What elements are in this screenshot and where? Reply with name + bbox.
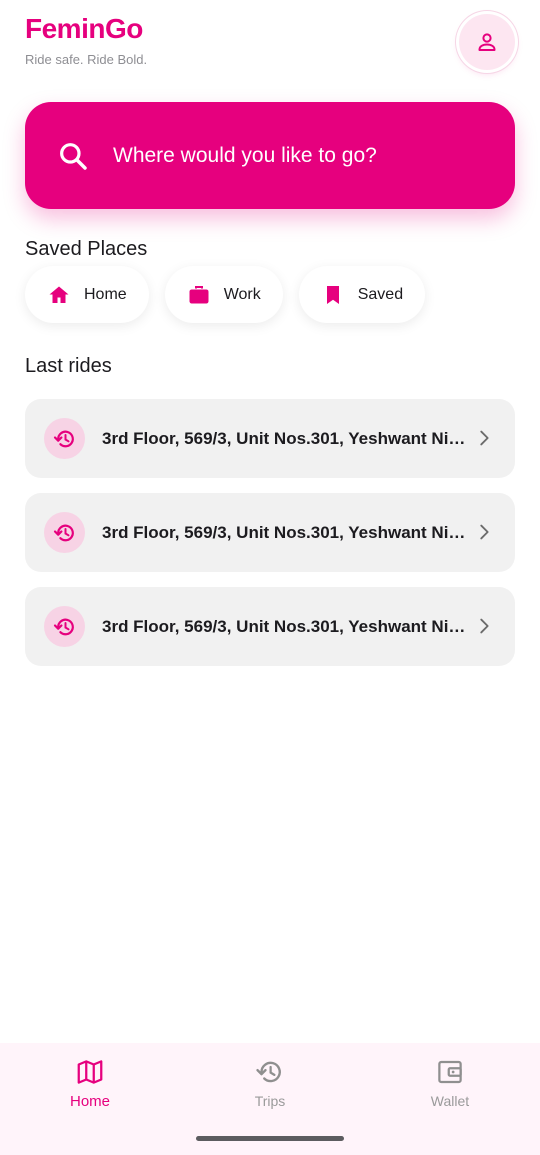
nav-label: Trips xyxy=(254,1093,286,1109)
chevron-right-icon xyxy=(480,524,489,540)
ride-address: 3rd Floor, 569/3, Unit Nos.301, Yeshwant… xyxy=(102,616,468,636)
last-rides-list: 3rd Floor, 569/3, Unit Nos.301, Yeshwant… xyxy=(25,399,515,681)
profile-button[interactable] xyxy=(459,14,515,70)
brand-title: FeminGo xyxy=(25,13,143,44)
saved-place-saved-chip[interactable]: Saved xyxy=(298,266,426,323)
app-header: FeminGo Ride safe. Ride Bold. xyxy=(25,14,515,74)
briefcase-icon xyxy=(189,285,209,303)
home-icon xyxy=(49,286,69,303)
history-icon xyxy=(256,1061,281,1083)
saved-places-title: Saved Places xyxy=(25,238,148,260)
nav-wallet-tab[interactable]: Wallet xyxy=(395,1057,505,1109)
chip-label: Home xyxy=(84,285,127,303)
chip-label: Work xyxy=(223,285,261,303)
destination-search-card[interactable]: Where would you like to go? xyxy=(25,102,515,209)
nav-trips-tab[interactable]: Trips xyxy=(215,1057,325,1109)
person-icon xyxy=(478,33,496,51)
chip-label: Saved xyxy=(357,285,404,303)
wallet-icon xyxy=(438,1060,462,1084)
ride-address: 3rd Floor, 569/3, Unit Nos.301, Yeshwant… xyxy=(102,428,468,448)
last-ride-item[interactable]: 3rd Floor, 569/3, Unit Nos.301, Yeshwant… xyxy=(25,399,515,478)
search-icon xyxy=(60,142,87,170)
search-placeholder: Where would you like to go? xyxy=(113,143,377,167)
bookmark-icon xyxy=(326,285,339,304)
nav-home-tab[interactable]: Home xyxy=(35,1057,145,1110)
nav-label: Wallet xyxy=(430,1093,470,1109)
gesture-home-indicator[interactable] xyxy=(196,1136,344,1141)
chevron-right-icon xyxy=(480,618,489,634)
last-ride-item[interactable]: 3rd Floor, 569/3, Unit Nos.301, Yeshwant… xyxy=(25,493,515,572)
last-rides-title: Last rides xyxy=(25,355,112,377)
brand-tagline: Ride safe. Ride Bold. xyxy=(25,52,148,67)
history-icon xyxy=(44,418,85,459)
history-icon xyxy=(44,606,85,647)
saved-place-work-chip[interactable]: Work xyxy=(164,266,283,323)
history-icon xyxy=(44,512,85,553)
chevron-right-icon xyxy=(480,430,489,446)
saved-places-list: Home Work Saved xyxy=(25,266,426,323)
saved-place-home-chip[interactable]: Home xyxy=(25,266,149,323)
last-ride-item[interactable]: 3rd Floor, 569/3, Unit Nos.301, Yeshwant… xyxy=(25,587,515,666)
nav-label: Home xyxy=(69,1093,110,1110)
ride-address: 3rd Floor, 569/3, Unit Nos.301, Yeshwant… xyxy=(102,522,468,542)
map-icon xyxy=(77,1060,103,1084)
